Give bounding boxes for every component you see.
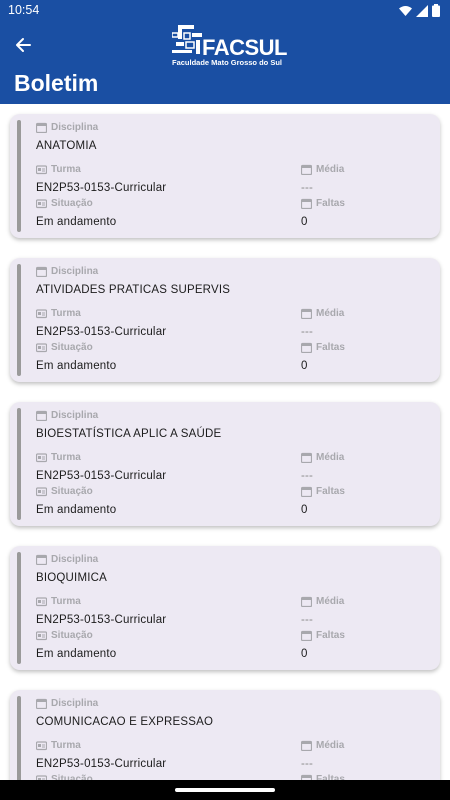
faltas-value: 0 <box>301 216 308 228</box>
home-gesture-pill[interactable] <box>175 788 275 792</box>
media-label: Média <box>316 596 345 607</box>
media-value: --- <box>301 326 314 338</box>
faltas-value: 0 <box>301 360 308 372</box>
disciplina-label: Disciplina <box>51 266 99 277</box>
turma-value: EN2P53-0153-Curricular <box>36 614 167 626</box>
calendar-icon <box>301 630 312 641</box>
status-bar: 10:54 <box>0 0 450 22</box>
id-card-icon <box>36 309 47 319</box>
turma-value: EN2P53-0153-Curricular <box>36 470 167 482</box>
course-card[interactable]: Disciplina ATIVIDADES PRATICAS SUPERVIS … <box>10 258 440 382</box>
turma-label: Turma <box>51 308 81 319</box>
turma-label: Turma <box>51 740 81 751</box>
faltas-value: 0 <box>301 648 308 660</box>
situacao-value: Em andamento <box>36 360 117 372</box>
id-card-icon <box>36 631 47 641</box>
turma-label: Turma <box>51 164 81 175</box>
calendar-icon <box>301 486 312 497</box>
id-card-icon <box>36 597 47 607</box>
situacao-value: Em andamento <box>36 648 117 660</box>
logo-subtitle: Faculdade Mato Grosso do Sul <box>172 58 283 67</box>
calendar-icon <box>301 452 312 463</box>
faltas-label: Faltas <box>316 198 345 209</box>
course-list[interactable]: Disciplina ANATOMIA Turma Média EN2P53-0… <box>0 104 450 780</box>
calendar-icon <box>301 342 312 353</box>
disciplina-value: ATIVIDADES PRATICAS SUPERVIS <box>36 284 231 296</box>
turma-label: Turma <box>51 452 81 463</box>
media-value: --- <box>301 182 314 194</box>
calendar-icon <box>301 308 312 319</box>
calendar-icon <box>36 554 47 565</box>
card-accent-bar <box>17 120 21 232</box>
situacao-label: Situação <box>51 198 93 209</box>
faltas-label: Faltas <box>316 630 345 641</box>
situacao-label: Situação <box>51 630 93 641</box>
media-label: Média <box>316 452 345 463</box>
calendar-icon <box>301 198 312 209</box>
media-value: --- <box>301 758 314 770</box>
course-card[interactable]: Disciplina COMUNICACAO E EXPRESSAO Turma… <box>10 690 440 780</box>
battery-icon <box>432 4 440 17</box>
disciplina-label: Disciplina <box>51 698 99 709</box>
arrow-left-icon <box>16 38 31 52</box>
page-title: Boletim <box>14 70 99 96</box>
faltas-label: Faltas <box>316 342 345 353</box>
situacao-label: Situação <box>51 342 93 353</box>
media-value: --- <box>301 470 314 482</box>
id-card-icon <box>36 741 47 751</box>
turma-value: EN2P53-0153-Curricular <box>36 182 167 194</box>
situacao-value: Em andamento <box>36 504 117 516</box>
turma-value: EN2P53-0153-Curricular <box>36 758 167 770</box>
calendar-icon <box>301 740 312 751</box>
turma-value: EN2P53-0153-Curricular <box>36 326 167 338</box>
turma-label: Turma <box>51 596 81 607</box>
wifi-icon <box>399 5 412 16</box>
system-nav-bar <box>0 780 450 800</box>
card-accent-bar <box>17 696 21 780</box>
back-button[interactable] <box>10 32 36 58</box>
id-card-icon <box>36 165 47 175</box>
disciplina-label: Disciplina <box>51 410 99 421</box>
media-label: Média <box>316 308 345 319</box>
id-card-icon <box>36 343 47 353</box>
disciplina-value: BIOESTATÍSTICA APLIC A SAÚDE <box>36 428 222 440</box>
signal-icon <box>416 4 428 17</box>
media-value: --- <box>301 614 314 626</box>
media-label: Média <box>316 164 345 175</box>
situacao-value: Em andamento <box>36 216 117 228</box>
media-label: Média <box>316 740 345 751</box>
calendar-icon <box>36 410 47 421</box>
status-time: 10:54 <box>8 3 40 17</box>
disciplina-value: BIOQUIMICA <box>36 572 108 584</box>
id-card-icon <box>36 487 47 497</box>
calendar-icon <box>301 596 312 607</box>
faltas-label: Faltas <box>316 486 345 497</box>
disciplina-value: ANATOMIA <box>36 140 97 152</box>
card-accent-bar <box>17 552 21 664</box>
id-card-icon <box>36 199 47 209</box>
facsul-logo: FACSUL Faculdade Mato Grosso do Sul <box>172 24 288 68</box>
disciplina-value: COMUNICACAO E EXPRESSAO <box>36 716 214 728</box>
course-card[interactable]: Disciplina BIOESTATÍSTICA APLIC A SAÚDE … <box>10 402 440 526</box>
disciplina-label: Disciplina <box>51 122 99 133</box>
id-card-icon <box>36 453 47 463</box>
card-accent-bar <box>17 408 21 520</box>
calendar-icon <box>36 122 47 133</box>
disciplina-label: Disciplina <box>51 554 99 565</box>
faltas-value: 0 <box>301 504 308 516</box>
course-card[interactable]: Disciplina BIOQUIMICA Turma Média EN2P53… <box>10 546 440 670</box>
calendar-icon <box>36 698 47 709</box>
card-accent-bar <box>17 264 21 376</box>
situacao-label: Situação <box>51 486 93 497</box>
course-card[interactable]: Disciplina ANATOMIA Turma Média EN2P53-0… <box>10 114 440 238</box>
app-bar: FACSUL Faculdade Mato Grosso do Sul Bole… <box>0 22 450 104</box>
calendar-icon <box>36 266 47 277</box>
calendar-icon <box>301 164 312 175</box>
